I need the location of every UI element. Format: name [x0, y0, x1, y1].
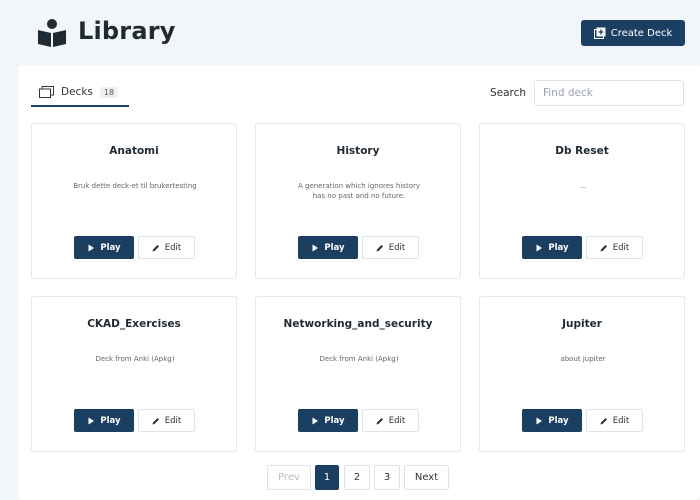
- add-square-icon: [593, 27, 606, 39]
- deck-description: ...: [579, 182, 587, 190]
- tab-decks[interactable]: Decks 18: [31, 79, 129, 105]
- play-button[interactable]: Play: [298, 236, 358, 259]
- deck-description: Bruk dette deck-et til brukertesting: [73, 182, 197, 190]
- decks-panel: Decks 18 Search Anatomi Bruk dette deck-…: [18, 65, 700, 500]
- pencil-icon: [152, 417, 159, 424]
- edit-button[interactable]: Edit: [362, 236, 419, 259]
- edit-label: Edit: [612, 242, 630, 253]
- pencil-icon: [376, 417, 383, 424]
- deck-description: Deck from Anki (Apkg): [95, 355, 175, 363]
- deck-count-badge: 18: [99, 86, 119, 98]
- page-button-2[interactable]: 2: [344, 465, 370, 490]
- play-button[interactable]: Play: [522, 236, 582, 259]
- deck-card: Jupiter about jupiter Play Edit: [479, 296, 685, 452]
- play-label: Play: [324, 242, 345, 253]
- edit-label: Edit: [164, 242, 182, 253]
- edit-button[interactable]: Edit: [138, 236, 195, 259]
- deck-description: A generation which ignores history has n…: [297, 182, 420, 200]
- page-button-1[interactable]: 1: [315, 465, 339, 490]
- play-button[interactable]: Play: [74, 409, 134, 432]
- create-deck-label: Create Deck: [610, 27, 673, 39]
- deck-title: CKAD_Exercises: [87, 318, 181, 330]
- play-icon: [536, 244, 543, 251]
- deck-description: Deck from Anki (Apkg): [319, 355, 399, 363]
- cards-icon: [39, 86, 54, 98]
- pencil-icon: [600, 417, 607, 424]
- create-deck-button[interactable]: Create Deck: [581, 20, 685, 46]
- edit-button[interactable]: Edit: [586, 409, 643, 432]
- prev-page-button[interactable]: Prev: [267, 465, 311, 490]
- page-title: Library: [78, 17, 176, 45]
- play-button[interactable]: Play: [74, 236, 134, 259]
- edit-label: Edit: [164, 415, 182, 426]
- deck-title: Anatomi: [109, 145, 159, 157]
- play-icon: [88, 244, 95, 251]
- edit-button[interactable]: Edit: [138, 409, 195, 432]
- play-button[interactable]: Play: [298, 409, 358, 432]
- deck-card: Networking_and_security Deck from Anki (…: [255, 296, 461, 452]
- play-label: Play: [548, 415, 569, 426]
- next-page-button[interactable]: Next: [404, 465, 449, 490]
- pencil-icon: [152, 244, 159, 251]
- page-button-3[interactable]: 3: [374, 465, 400, 490]
- deck-title: Jupiter: [562, 318, 602, 330]
- play-icon: [88, 417, 95, 424]
- pencil-icon: [376, 244, 383, 251]
- play-icon: [536, 417, 543, 424]
- page-header: Library Create Deck: [0, 0, 700, 64]
- play-label: Play: [548, 242, 569, 253]
- deck-card: Db Reset ... Play Edit: [479, 123, 685, 279]
- play-label: Play: [100, 415, 121, 426]
- deck-card: History A generation which ignores histo…: [255, 123, 461, 279]
- deck-title: History: [336, 145, 380, 157]
- tab-decks-label: Decks: [61, 86, 93, 98]
- search-input[interactable]: [534, 80, 684, 106]
- edit-button[interactable]: Edit: [586, 236, 643, 259]
- edit-label: Edit: [388, 415, 406, 426]
- play-label: Play: [100, 242, 121, 253]
- book-reader-icon: [38, 19, 66, 47]
- search-label: Search: [490, 87, 527, 99]
- pencil-icon: [600, 244, 607, 251]
- edit-label: Edit: [612, 415, 630, 426]
- play-label: Play: [324, 415, 345, 426]
- play-icon: [312, 244, 319, 251]
- deck-title: Networking_and_security: [283, 318, 433, 330]
- deck-title: Db Reset: [555, 145, 609, 157]
- edit-label: Edit: [388, 242, 406, 253]
- deck-description: about jupiter: [560, 355, 606, 363]
- deck-card: Anatomi Bruk dette deck-et til brukertes…: [31, 123, 237, 279]
- play-icon: [312, 417, 319, 424]
- edit-button[interactable]: Edit: [362, 409, 419, 432]
- play-button[interactable]: Play: [522, 409, 582, 432]
- tab-active-indicator: [31, 105, 129, 107]
- deck-card: CKAD_Exercises Deck from Anki (Apkg) Pla…: [31, 296, 237, 452]
